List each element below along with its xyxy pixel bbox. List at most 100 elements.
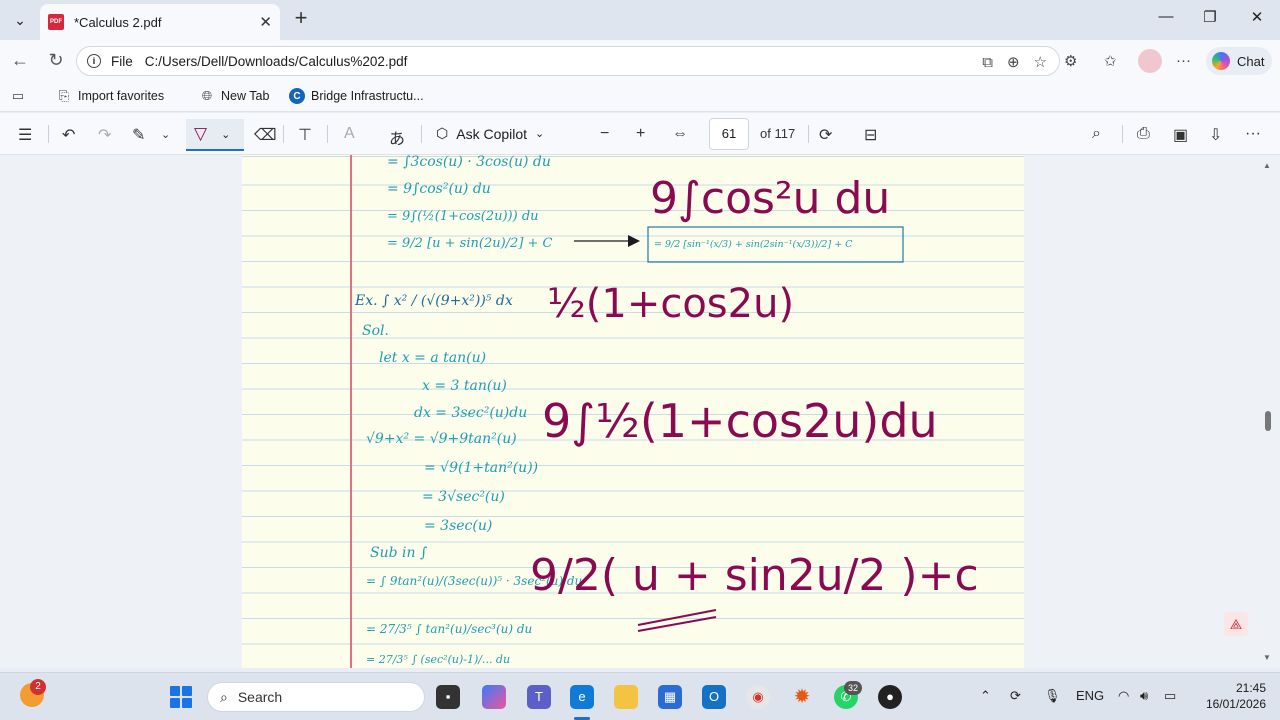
import-icon: ⎘ bbox=[58, 88, 70, 103]
wifi-icon[interactable]: ◠ bbox=[1118, 688, 1129, 704]
clock[interactable]: 21:45 16/01/2026 bbox=[1196, 680, 1266, 712]
page-number-input[interactable]: 61 bbox=[709, 118, 749, 150]
zoom-out-icon[interactable]: − bbox=[600, 125, 609, 143]
bridge-site-icon: C bbox=[289, 88, 305, 104]
save-as-icon[interactable]: ⇩ bbox=[1209, 125, 1222, 145]
title-bar: ⌄ PDF *Calculus 2.pdf ✕ + — ❐ ✕ bbox=[0, 0, 1280, 40]
pdf-viewer: = ∫3cos(u) · 3cos(u) du = 9∫cos²(u) du =… bbox=[0, 155, 1280, 668]
fit-width-icon[interactable]: ⇔ bbox=[672, 125, 688, 143]
draw-button[interactable]: ▽ ⌄ bbox=[186, 119, 244, 151]
highlight-icon[interactable]: ✎ bbox=[132, 125, 145, 145]
task-view-icon[interactable]: ▪ bbox=[436, 685, 460, 709]
language-indicator[interactable]: ENG bbox=[1076, 688, 1104, 703]
more-menu-icon[interactable]: ··· bbox=[1176, 52, 1191, 69]
favorite-new-tab[interactable]: 🌐︎ New Tab bbox=[199, 88, 270, 104]
undo-icon[interactable]: ↶ bbox=[62, 125, 75, 145]
favorites-icon[interactable]: ✩ bbox=[1104, 52, 1117, 70]
minimize-icon[interactable]: — bbox=[1146, 8, 1186, 25]
ask-copilot-button[interactable]: ⬡ Ask Copilot ⌄ bbox=[436, 125, 544, 142]
scroll-thumb[interactable] bbox=[1265, 411, 1271, 431]
store-icon[interactable]: ▦ bbox=[658, 685, 682, 709]
favorite-label: New Tab bbox=[221, 89, 270, 103]
edge-icon[interactable]: e bbox=[570, 685, 594, 709]
ink-underline bbox=[637, 616, 717, 632]
app-icon[interactable]: ● bbox=[878, 685, 902, 709]
copilot-icon bbox=[1212, 52, 1230, 70]
ink-line: 9∫½(1+cos2u)du bbox=[542, 394, 938, 448]
sync-icon[interactable]: ⟳ bbox=[1010, 688, 1021, 704]
contents-list-icon[interactable]: ☰ bbox=[18, 125, 32, 145]
chrome-icon[interactable]: ◉ bbox=[746, 685, 770, 709]
copilot-chat-button[interactable]: Chat bbox=[1206, 47, 1272, 75]
teams-icon[interactable]: T bbox=[527, 685, 551, 709]
tab-actions-chevron-icon[interactable]: ⌄ bbox=[6, 6, 34, 34]
date: 16/01/2026 bbox=[1205, 697, 1266, 711]
text-box-icon[interactable]: ⊤ bbox=[298, 125, 312, 145]
pdf-more-icon[interactable]: ··· bbox=[1245, 125, 1261, 143]
favorite-label: Bridge Infrastructu... bbox=[311, 89, 424, 103]
favorite-import[interactable]: ⎘ Import favorites bbox=[56, 88, 164, 104]
note-line: = ∫3cos(u) · 3cos(u) du bbox=[387, 155, 551, 170]
microphone-icon[interactable]: 🎙︎ bbox=[1044, 688, 1061, 704]
start-windows-icon[interactable] bbox=[170, 686, 192, 708]
note-line: = 9∫(½(1+cos(2u))) du bbox=[387, 209, 539, 224]
back-arrow-icon[interactable]: ← bbox=[9, 50, 31, 71]
zoom-icon[interactable]: ⊕ bbox=[1007, 53, 1020, 71]
translate-icon[interactable]: あ bbox=[389, 125, 405, 149]
copilot-app-icon[interactable] bbox=[482, 685, 506, 709]
pdf-toolbar: ☰ ↶ ↷ ✎ ⌄ ▽ ⌄ ⌫ ⊤ A あ ⬡ Ask Copilot ⌄ − … bbox=[0, 113, 1280, 155]
redo-icon[interactable]: ↷ bbox=[98, 125, 111, 145]
address-bar[interactable]: i File C:/Users/Dell/Downloads/Calculus%… bbox=[76, 46, 1060, 76]
vertical-scrollbar[interactable]: ▲ ▼ bbox=[1262, 155, 1274, 668]
divider bbox=[283, 125, 284, 143]
favorite-label: Import favorites bbox=[78, 89, 165, 103]
divider bbox=[1122, 125, 1123, 143]
rotate-icon[interactable]: ⟳ bbox=[819, 125, 832, 145]
read-aloud-icon[interactable]: A bbox=[344, 125, 355, 143]
chat-label: Chat bbox=[1237, 53, 1265, 69]
search-icon[interactable]: ⌕ bbox=[1092, 125, 1101, 143]
restore-icon[interactable]: ❐ bbox=[1190, 8, 1230, 26]
whatsapp-badge: 32 bbox=[844, 681, 862, 695]
page-view-icon[interactable]: ⊟ bbox=[864, 125, 877, 145]
ink-line: 9∫cos²u du bbox=[650, 173, 890, 224]
address-row: ← ↻ i File C:/Users/Dell/Downloads/Calcu… bbox=[0, 40, 1280, 82]
new-tab-plus-icon[interactable]: + bbox=[290, 7, 312, 30]
outlook-icon[interactable]: O bbox=[702, 685, 726, 709]
favorite-bridge[interactable]: C Bridge Infrastructu... bbox=[289, 88, 424, 104]
draw-pen-icon: ▽ bbox=[194, 124, 208, 143]
note-line: dx = 3sec²(u)du bbox=[414, 405, 527, 421]
refresh-icon[interactable]: ↻ bbox=[45, 50, 67, 71]
tab-close-icon[interactable]: ✕ bbox=[259, 13, 272, 31]
save-icon[interactable]: ▣ bbox=[1173, 125, 1188, 145]
file-explorer-icon[interactable] bbox=[614, 685, 638, 709]
info-icon[interactable]: i bbox=[87, 54, 101, 68]
extensions-icon[interactable]: ⚙ bbox=[1064, 52, 1077, 70]
battery-icon[interactable]: ▭ bbox=[1164, 688, 1176, 704]
close-window-icon[interactable]: ✕ bbox=[1237, 8, 1277, 26]
highlight-dropdown-chevron-icon[interactable]: ⌄ bbox=[161, 128, 170, 141]
address-url[interactable]: C:/Users/Dell/Downloads/Calculus%202.pdf bbox=[145, 54, 408, 69]
note-line: = 27/3⁵ ∫ tan²(u)/sec³(u) du bbox=[366, 622, 532, 636]
globe-icon: 🌐︎ bbox=[201, 88, 213, 103]
taskbar-search[interactable]: ⌕ Search bbox=[207, 682, 425, 712]
favorite-star-icon[interactable]: ☆ bbox=[1034, 53, 1047, 71]
immersive-reader-icon[interactable]: ⧉ bbox=[982, 54, 993, 71]
print-icon[interactable]: ⎙ bbox=[1137, 125, 1150, 143]
eraser-icon[interactable]: ⌫ bbox=[254, 125, 277, 145]
brave-icon[interactable]: ✹ bbox=[790, 685, 814, 709]
scroll-down-icon[interactable]: ▼ bbox=[1263, 653, 1271, 662]
search-label: Search bbox=[237, 689, 283, 705]
tray-expand-chevron-icon[interactable]: ⌃ bbox=[980, 688, 991, 704]
draw-dropdown-chevron-icon: ⌄ bbox=[221, 128, 231, 141]
tab-active[interactable]: PDF *Calculus 2.pdf ✕ bbox=[40, 4, 280, 40]
volume-icon[interactable]: 🔊︎ bbox=[1140, 688, 1148, 704]
collections-icon[interactable]: ▭ bbox=[10, 88, 26, 104]
zoom-in-icon[interactable]: + bbox=[636, 125, 645, 143]
scroll-up-icon[interactable]: ▲ bbox=[1263, 161, 1271, 170]
address-scheme-label: File bbox=[111, 53, 133, 69]
note-line: √9+x² = √9+9tan²(u) bbox=[366, 431, 517, 447]
acrobat-icon[interactable]: ⟁ bbox=[1224, 612, 1248, 636]
profile-avatar[interactable] bbox=[1138, 49, 1162, 73]
note-line: x = 3 tan(u) bbox=[422, 378, 507, 394]
